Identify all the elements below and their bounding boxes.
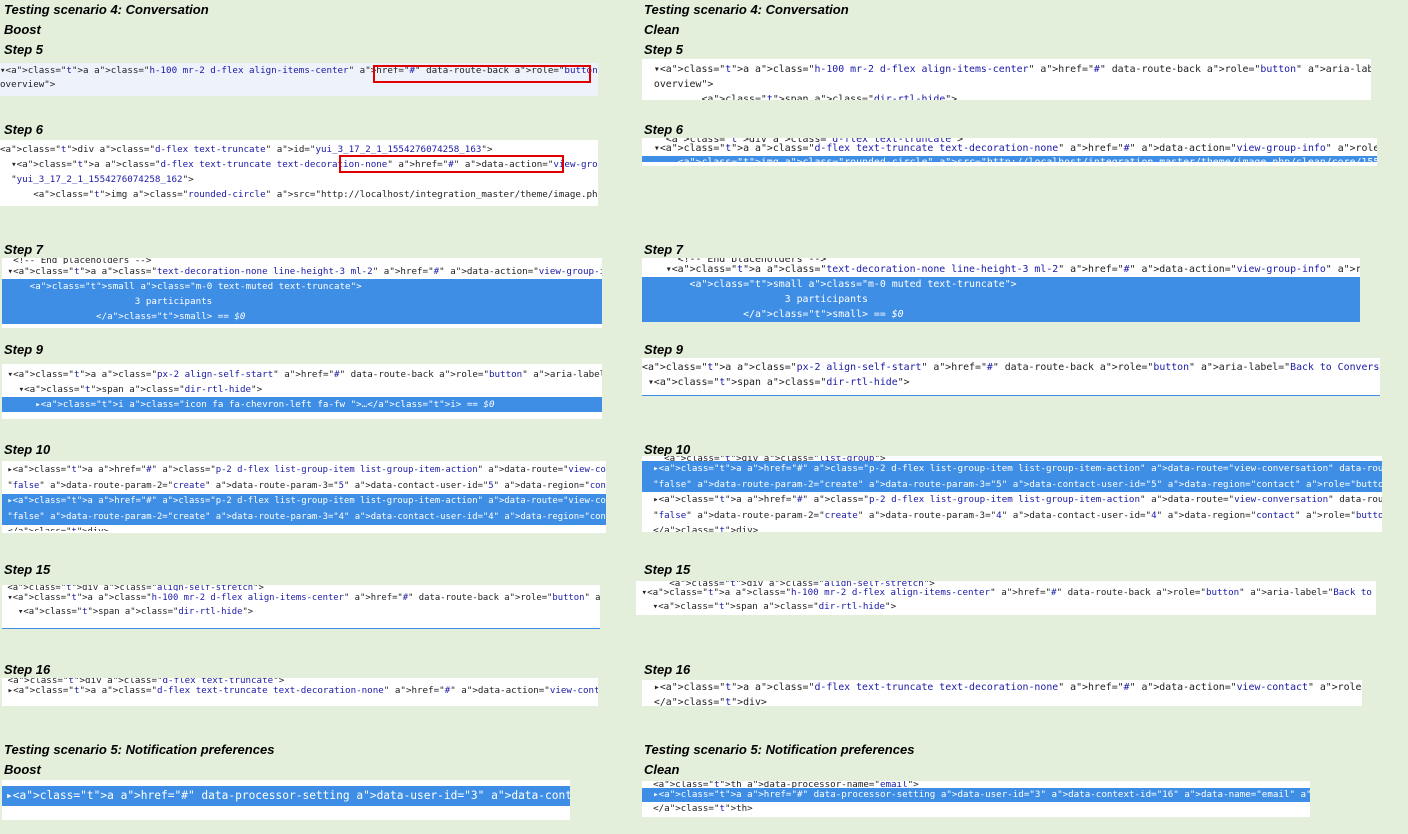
left-step6-label: Step 6 (4, 122, 44, 137)
code-line[interactable]: ▾<a">class="t">a a">class="px-2 align-se… (2, 367, 602, 382)
left-step15-label: Step 15 (4, 562, 51, 577)
left-step6-panel: <a">class="t">div a">class="d-flex text-… (0, 140, 598, 206)
right-theme-label-clean-2: Clean (644, 762, 680, 777)
right-step5-panel: ▾<a">class="t">a a">class="h-100 mr-2 d-… (642, 59, 1371, 100)
selected-code-line[interactable]: 3 participants (2, 294, 602, 309)
selected-code-line[interactable]: ▸<a">class="t">a a">href="#" a">class="p… (2, 494, 606, 510)
selected-code-line[interactable]: ▸<a">class="t">a a">href="#" a">class="p… (642, 461, 1382, 477)
right-step15-panel: <a">class="t">div a">class="align-self-s… (636, 581, 1376, 615)
code-line[interactable]: ▸<a">class="t">a a">href="#" a">class="p… (2, 463, 606, 479)
code-line[interactable]: <a">class="t">img a">class="rounded-circ… (0, 187, 598, 202)
code-line[interactable]: ▾<a">class="t">a a">class="text-decorati… (642, 262, 1360, 277)
selected-code-line[interactable]: 3 participants (642, 292, 1360, 307)
left-step10-label: Step 10 (4, 442, 51, 457)
right-step16-label: Step 16 (644, 662, 691, 677)
right-step16-panel: ▸<a">class="t">a a">class="d-flex text-t… (642, 680, 1362, 706)
left-step5-label: Step 5 (4, 42, 44, 57)
selected-code-line[interactable]: </a">class="t">small> == $0 (2, 309, 602, 324)
left-step9-label: Step 9 (4, 342, 44, 357)
right-step9-panel: <a">class="t">a a">class="px-2 align-sel… (642, 358, 1380, 396)
selection-edge (642, 395, 1380, 396)
right-step7-panel: <!-- End placeholders --> ▾<a">class="t"… (642, 258, 1360, 322)
code-line: </a">class="t">div> (642, 525, 759, 532)
left-step7-panel: <!-- End placeholders --> ▾<a">class="t"… (2, 258, 602, 328)
right-step6-panel: <a">class="t">div a">class="d-flex text-… (642, 138, 1377, 166)
code-line[interactable]: ▾<a">class="t">a a">class="h-100 mr-2 d-… (636, 586, 1376, 600)
code-line[interactable]: ▾<a">class="t">span a">class="dir-rtl-hi… (642, 375, 1380, 390)
selected-code-line[interactable]: ▸<a">class="t">a a">href="#" data-proces… (2, 786, 570, 806)
right-step7-label: Step 7 (644, 242, 684, 257)
selected-code-line[interactable]: ▸<a">class="t">i a">class="icon fa fa-ch… (2, 397, 602, 412)
right-step6-label: Step 6 (644, 122, 684, 137)
selected-code-line[interactable]: <a">class="t">img a">class="rounded-circ… (642, 156, 1377, 162)
code-line[interactable]: ▸<a">class="t">a a">class="d-flex text-t… (642, 680, 1362, 695)
code-line[interactable]: <a">class="t">a a">class="px-2 align-sel… (642, 360, 1380, 375)
selected-code-line[interactable]: ▸<a">class="t">a a">href="#" data-proces… (642, 788, 1310, 802)
code-line: <a">class="t">th a">data-processor-name=… (642, 781, 919, 788)
right-scenario4-title: Testing scenario 4: Conversation (644, 2, 849, 17)
code-line[interactable]: ▸<a">class="t">a a">class="d-flex text-t… (2, 684, 598, 698)
code-line: </a">class="t">th> (642, 803, 753, 814)
left-step15-panel: <a">class="t">div a">class="align-self-s… (2, 585, 600, 629)
code-line[interactable]: ▾<a">class="t">a a">class="d-flex text-t… (642, 142, 1377, 156)
code-line: </a">class="t">div> (2, 525, 606, 531)
selected-code-line[interactable]: <a">class="t">small a">class="m-0 muted … (642, 277, 1360, 292)
right-step10-panel: <a">class="t">div a">class="list-group">… (642, 456, 1382, 532)
left-scenario5-title: Testing scenario 5: Notification prefere… (4, 742, 275, 757)
attribute-highlight-box (373, 65, 591, 83)
left-step16-label: Step 16 (4, 662, 51, 677)
attribute-highlight-box (339, 155, 564, 173)
code-line: </a">class="t">div> (642, 697, 767, 706)
code-line[interactable]: ▾<a">class="t">a a">class="h-100 mr-2 d-… (642, 62, 1371, 77)
selected-code-line[interactable]: </a">class="t">small> == $0 (642, 307, 1360, 322)
selection-edge (2, 628, 600, 629)
right-step5-label: Step 5 (644, 42, 684, 57)
right-step15-label: Step 15 (644, 562, 691, 577)
left-step17-panel: ▸<a">class="t">a a">href="#" data-proces… (2, 780, 570, 820)
left-step7-label: Step 7 (4, 242, 44, 257)
code-line[interactable]: ▾<a">class="t">span a">class="dir-rtl-hi… (2, 382, 602, 397)
code-line[interactable]: ▸<a">class="t">a a">href="#" a">class="p… (642, 492, 1382, 508)
code-line[interactable]: ▾<a">class="t">a a">class="text-decorati… (2, 264, 602, 279)
code-line[interactable]: ▾<a">class="t">span a">class="dir-rtl-hi… (636, 600, 1376, 614)
code-line[interactable]: "yui_3_17_2_1_1554276074258_162"> (0, 172, 598, 187)
code-line[interactable]: ▾<a">class="t">span a">class="dir-rtl-hi… (2, 605, 600, 619)
right-step9-label: Step 9 (644, 342, 684, 357)
left-step10-panel: ▸<a">class="t">a a">href="#" a">class="p… (2, 461, 606, 533)
code-line[interactable]: overview"> (642, 77, 1371, 92)
code-line[interactable]: "false" a">data-route-param-2="create" a… (2, 479, 606, 495)
code-line[interactable]: "false" a">data-route-param-2="create" a… (642, 508, 1382, 524)
left-theme-label-boost: Boost (4, 22, 41, 37)
left-step16-panel: <a">class="t">div a">class="d-flex text-… (2, 678, 598, 706)
code-line[interactable]: ▾<a">class="t">a a">class="h-100 mr-2 d-… (2, 591, 600, 605)
left-scenario4-title: Testing scenario 4: Conversation (4, 2, 209, 17)
right-step17-panel: <a">class="t">th a">data-processor-name=… (642, 781, 1310, 817)
left-step9-panel: ▾<a">class="t">a a">class="px-2 align-se… (2, 364, 602, 419)
selected-code-line[interactable]: "false" a">data-route-param-2="create" a… (2, 509, 606, 525)
left-theme-label-boost-2: Boost (4, 762, 41, 777)
code-line: <a">class="t">span a">class="dir-rtl-hid… (642, 94, 958, 100)
selected-code-line[interactable]: <a">class="t">small a">class="m-0 text-m… (2, 279, 602, 294)
right-theme-label-clean: Clean (644, 22, 680, 37)
left-step5-panel: ▾<a">class="t">a a">class="h-100 mr-2 d-… (0, 63, 598, 96)
selected-code-line[interactable]: "false" a">data-route-param-2="create" a… (642, 476, 1382, 492)
right-scenario5-title: Testing scenario 5: Notification prefere… (644, 742, 915, 757)
